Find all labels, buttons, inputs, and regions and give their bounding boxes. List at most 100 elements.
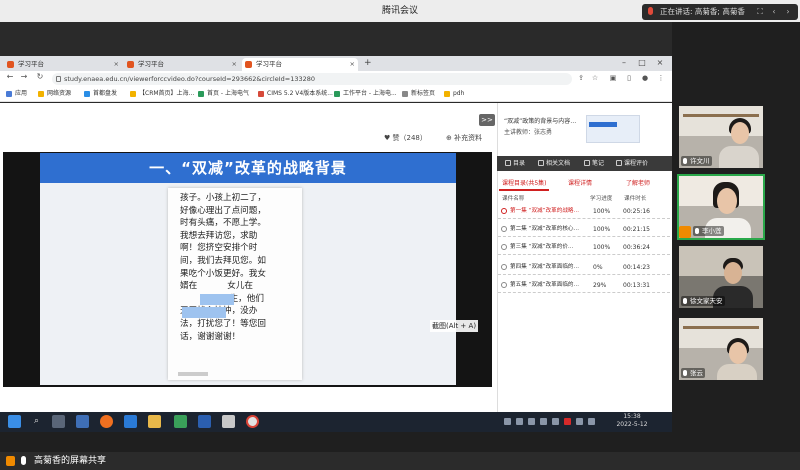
lesson-row-3[interactable]: 第三集 “双减”改革的价… 100% 00:36:24: [498, 241, 670, 255]
bookmark-item[interactable]: 网络资源: [38, 89, 71, 99]
bookmark-item[interactable]: CIMS 5.2 V4版本系统...: [258, 89, 333, 99]
host-badge-icon: [679, 226, 691, 238]
video-background: [679, 246, 763, 276]
lesson-name: 第三集 “双减”改革的价…: [510, 244, 574, 250]
volume-icon[interactable]: [576, 418, 583, 425]
bookmark-label: 应用: [15, 90, 28, 97]
lesson-row-1[interactable]: 第一集 “双减”改革的战略… 100% 00:25:16: [498, 205, 670, 219]
windows-start-icon[interactable]: [8, 415, 21, 428]
close-window-icon[interactable]: ×: [654, 58, 666, 67]
collapse-button[interactable]: >>: [479, 114, 495, 126]
bookmark-label: 网络资源: [47, 90, 72, 97]
bookmark-item[interactable]: 工作平台 - 上海电...: [334, 89, 397, 99]
tray-icon[interactable]: [540, 418, 547, 425]
bookmark-item[interactable]: 新标签页: [402, 89, 435, 99]
minimize-icon[interactable]: –: [618, 58, 630, 67]
network-icon[interactable]: [588, 418, 595, 425]
lesson-row-5[interactable]: 第五集 “双减”改革面临的… 29% 00:13:31: [498, 279, 670, 293]
participant-tile-3[interactable]: 徐文家天安: [679, 246, 763, 308]
tab-catalog[interactable]: 目录: [505, 158, 525, 169]
new-tab-button[interactable]: +: [364, 58, 372, 68]
mic-icon: [683, 298, 687, 304]
lesson-row-2[interactable]: 第二集 “双减”改革的核心… 100% 00:21:15: [498, 223, 670, 237]
bookmark-label: 首页 - 上海电气: [207, 90, 249, 97]
search-icon[interactable]: ⌕: [30, 415, 43, 428]
mic-icon: [683, 158, 687, 164]
message-line: 好像心理出了点问题，: [180, 205, 266, 216]
close-tab-icon[interactable]: ×: [350, 58, 355, 71]
bookmark-item[interactable]: 【CRM首页】上海...: [130, 89, 194, 99]
tray-icon[interactable]: [504, 418, 511, 425]
back-icon[interactable]: ←: [4, 72, 16, 81]
bookmark-label: 新标签页: [411, 90, 436, 97]
lesson-progress: 100%: [593, 226, 611, 233]
bookmark-item[interactable]: 首都盘发: [84, 89, 117, 99]
message-line: 果吃个小饭更好。我女: [180, 268, 266, 279]
app-icon[interactable]: [222, 415, 235, 428]
task-view-icon[interactable]: [52, 415, 65, 428]
apps-icon: [6, 91, 12, 97]
bookmark-item[interactable]: pdh: [444, 89, 464, 99]
app-icon[interactable]: [76, 415, 89, 428]
message-line: 我想去拜访您，求助: [180, 230, 258, 241]
file-explorer-icon[interactable]: [148, 415, 161, 428]
bookmark-star-icon[interactable]: ☆: [590, 73, 600, 83]
app-icon[interactable]: [100, 415, 113, 428]
fullscreen-icon[interactable]: ⛶: [754, 4, 766, 20]
column-header-progress: 学习进度: [590, 196, 613, 202]
subtab-catalog[interactable]: 课程目录(共5集): [502, 178, 547, 187]
supplement-button[interactable]: ⊕ 补充资料: [446, 133, 482, 143]
subtab-teacher[interactable]: 了解老师: [626, 178, 650, 187]
browser-tab-3-active[interactable]: 学习平台 ×: [242, 58, 358, 71]
menu-icon[interactable]: ⋮: [656, 73, 666, 83]
lesson-status-icon: [501, 282, 507, 288]
participant-tile-1[interactable]: 许文川: [679, 106, 763, 168]
tray-icon[interactable]: [552, 418, 559, 425]
browser-tab-1[interactable]: 学习平台 ×: [4, 58, 122, 71]
bookmark-item[interactable]: 首页 - 上海电气: [198, 89, 249, 99]
screenshot-tooltip: 截图(Alt + A): [430, 320, 479, 332]
participant-name-text: 李小莲: [702, 227, 722, 235]
tab-label: 学习平台: [18, 60, 44, 68]
system-clock[interactable]: 15:38 2022-5-12: [612, 413, 652, 429]
forward-icon[interactable]: →: [18, 72, 30, 81]
like-button[interactable]: ♥ 赞（248）: [384, 133, 427, 143]
mic-icon: [695, 228, 699, 234]
profile-icon[interactable]: ●: [640, 73, 650, 83]
tray-icon[interactable]: [528, 418, 535, 425]
lesson-row-4[interactable]: 第四集 “双减”改革面临的… 0% 00:14:23: [498, 261, 670, 275]
close-tab-icon[interactable]: ×: [114, 58, 119, 71]
sidebar-icon[interactable]: ▯: [624, 73, 634, 83]
message-line: 法，打扰您了！等您回: [180, 318, 266, 329]
share-icon[interactable]: ⇪: [576, 73, 586, 83]
tray-icon[interactable]: [564, 418, 571, 425]
tray-icon[interactable]: [516, 418, 523, 425]
chrome-icon[interactable]: [246, 415, 259, 428]
reload-icon[interactable]: ↻: [34, 72, 46, 81]
close-tab-icon[interactable]: ×: [232, 58, 237, 71]
tab-notes[interactable]: 笔记: [584, 158, 604, 169]
app-icon[interactable]: [124, 415, 137, 428]
site-favicon-icon: [127, 61, 134, 68]
bookmark-apps[interactable]: 应用: [6, 89, 27, 99]
address-bar[interactable]: study.enaea.edu.cn/viewerforccvideo.do?c…: [52, 73, 572, 85]
video-background: [683, 326, 759, 329]
prev-page-icon[interactable]: ‹: [768, 4, 780, 20]
extension-icon[interactable]: ▣: [608, 73, 618, 83]
word-icon[interactable]: [198, 415, 211, 428]
message-line: 啊！您挤空安排个时: [180, 243, 258, 254]
tab-reviews[interactable]: 课程评价: [616, 158, 648, 169]
video-background: [683, 114, 759, 117]
participant-tile-4[interactable]: 张云: [679, 318, 763, 380]
message-text: 孩子。小孩上初二了， 好像心理出了点问题， 时有头痛，不愿上学。 我想去拜访您，…: [180, 192, 298, 343]
subtab-details[interactable]: 课程详情: [568, 178, 592, 187]
active-subtab-indicator: [499, 189, 549, 191]
lesson-status-icon: [501, 264, 507, 270]
participant-tile-2-speaking[interactable]: 李小莲: [677, 174, 765, 240]
browser-tab-2[interactable]: 学习平台 ×: [124, 58, 240, 71]
app-icon[interactable]: [174, 415, 187, 428]
tab-documents[interactable]: 相关文档: [538, 158, 570, 169]
next-page-icon[interactable]: ›: [782, 4, 794, 20]
maximize-icon[interactable]: □: [636, 58, 648, 67]
card-footer: [178, 372, 208, 376]
